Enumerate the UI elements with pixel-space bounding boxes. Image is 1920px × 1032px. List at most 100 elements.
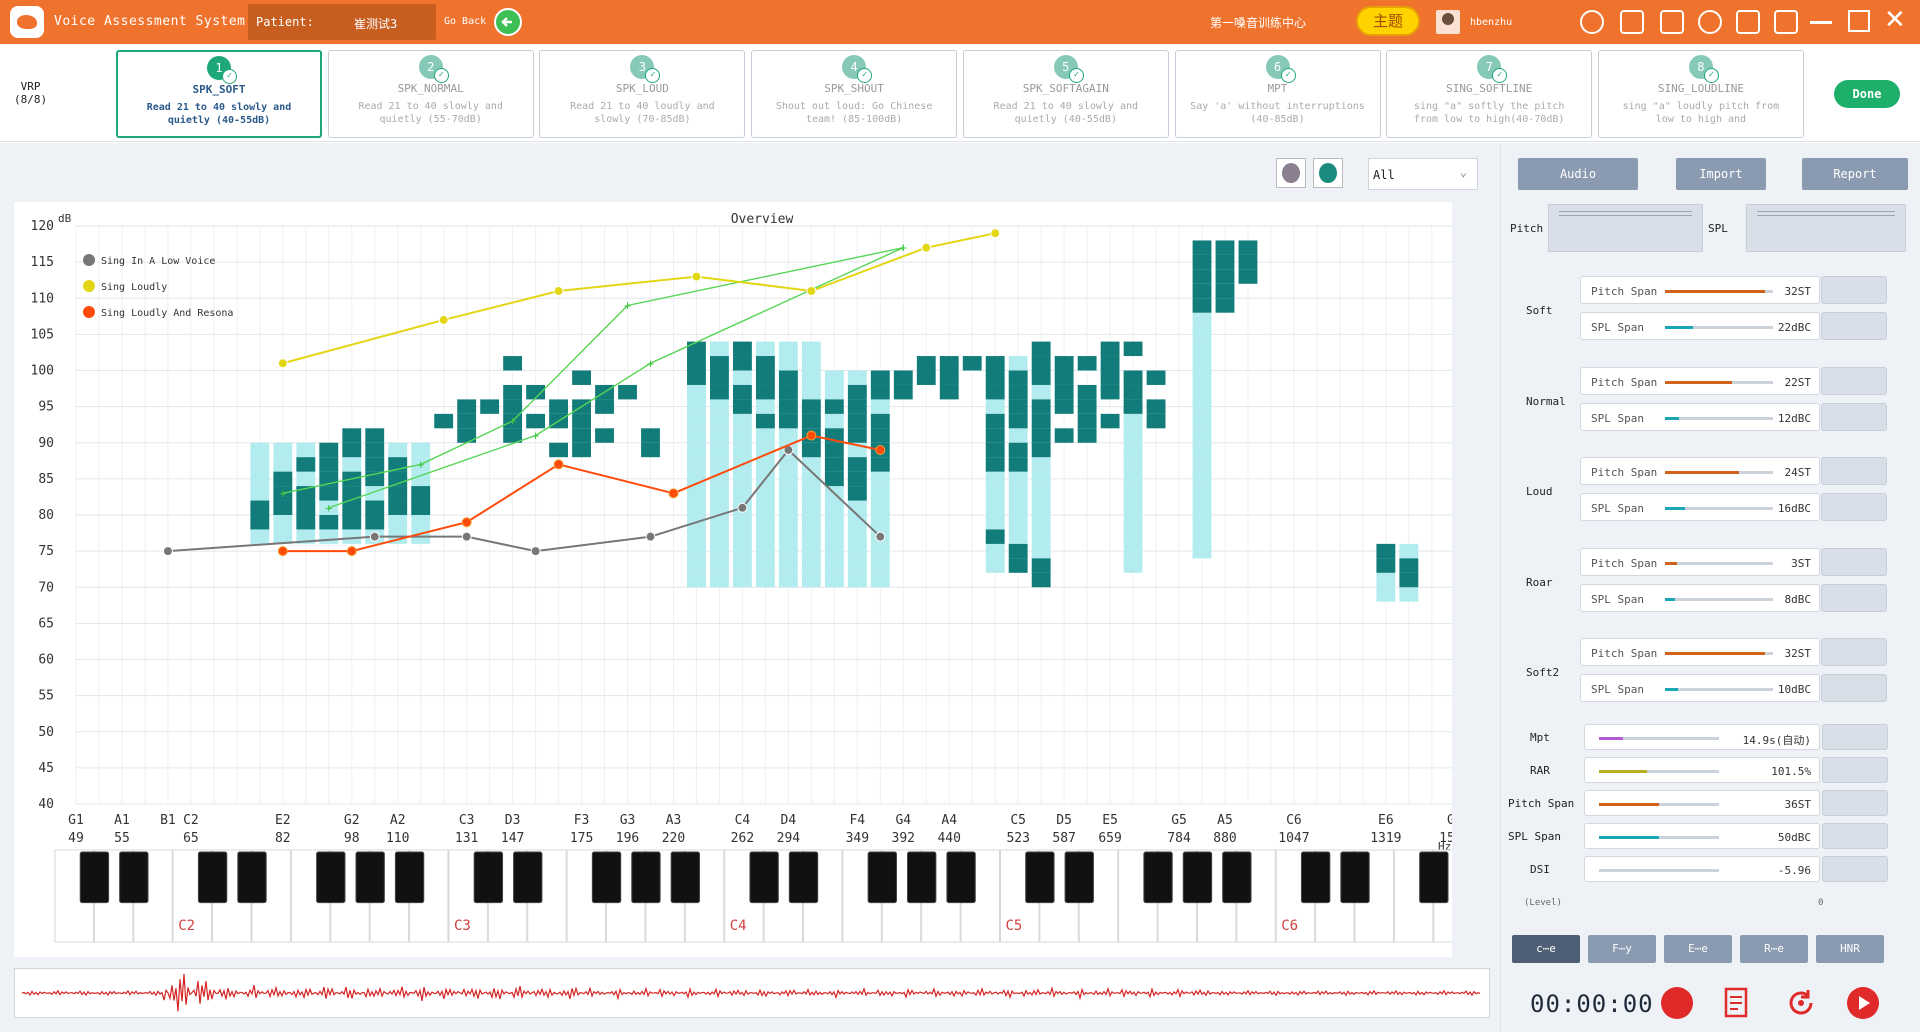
slides-icon[interactable] [1774, 10, 1798, 34]
report-icon[interactable] [1720, 986, 1754, 1020]
pitch-span-value: 32ST [1784, 647, 1812, 660]
x-tick-note: A4 [941, 813, 957, 828]
step-spk_normal[interactable]: 2SPK_NORMAL Read 21 to 40 slowly and quie… [327, 50, 534, 138]
vrp-cell-light [755, 543, 775, 559]
filter-select[interactable]: All ⌄ [1368, 158, 1478, 190]
vrp-cell-dark [1100, 384, 1120, 400]
minimize-button[interactable] [1810, 21, 1832, 24]
export-icon[interactable] [1736, 10, 1760, 34]
vrp-cell-dark [1215, 240, 1235, 255]
piano-black-key[interactable] [1222, 851, 1252, 904]
piano-black-key[interactable] [749, 851, 779, 904]
help-icon[interactable] [1698, 10, 1722, 34]
piano-black-key[interactable] [867, 851, 897, 904]
female-avatar-toggle[interactable] [1276, 158, 1306, 188]
piano-black-key[interactable] [1340, 851, 1370, 904]
piano-black-key[interactable] [631, 851, 661, 904]
y-tick-label: 120 [31, 219, 54, 234]
settings-icon[interactable] [1580, 10, 1604, 34]
spl-span-aux [1821, 583, 1887, 612]
user-avatar[interactable] [1436, 10, 1460, 34]
image-icon[interactable] [1620, 10, 1644, 34]
stat-value: 101.5% [1771, 765, 1811, 778]
x-tick-freq: 659 [1098, 831, 1121, 846]
vrp-cell-dark [549, 442, 569, 458]
maximize-button[interactable] [1848, 10, 1870, 32]
patient-selector[interactable]: Patient: 崔测试3 [248, 4, 436, 40]
vrp-cell-light [1192, 327, 1212, 342]
pitch-span-label: Pitch Span [1591, 375, 1658, 389]
piano-black-key[interactable] [670, 851, 701, 904]
vrp-cell-dark [503, 356, 523, 371]
step-spk_loud[interactable]: 3SPK_LOUD Read 21 to 40 loudly and slowly… [539, 50, 746, 138]
piano-black-key[interactable] [1300, 851, 1331, 904]
done-button[interactable]: Done [1834, 80, 1900, 108]
piano-black-key[interactable] [788, 851, 819, 904]
vrp-cell-light [1123, 515, 1143, 530]
step-spk_soft[interactable]: 1SPK_SOFT Read 21 to 40 slowly and quietl… [116, 50, 322, 138]
vrp-cell-light [801, 370, 821, 385]
piano-black-key[interactable] [1064, 851, 1094, 904]
step-sing_softline[interactable]: 7SING_SOFTLINEsing "a" softly the pitch … [1386, 50, 1593, 138]
report-button[interactable]: Report [1802, 158, 1908, 190]
vrp-cell-light [1192, 515, 1212, 530]
audio-button-label: Audio [1559, 167, 1597, 181]
piano-black-key[interactable] [197, 851, 228, 904]
analysis-tab-3[interactable]: E⋯e [1664, 935, 1732, 963]
spl-span-value: 10dBC [1777, 683, 1811, 696]
piano-black-key[interactable] [355, 851, 385, 904]
piano-black-key[interactable] [1143, 851, 1173, 904]
go-back-button[interactable] [494, 8, 522, 36]
vrp-cell-light [411, 442, 431, 458]
vrp-cell-light [710, 399, 729, 414]
vrp-cell-dark [870, 384, 890, 400]
piano-black-key[interactable] [394, 851, 425, 904]
play-icon[interactable] [1846, 986, 1880, 1020]
piano-black-key[interactable] [513, 851, 543, 904]
import-button[interactable]: Import [1676, 158, 1766, 190]
analysis-tab-1[interactable]: c⋯e [1512, 935, 1580, 963]
step-sing_loudline[interactable]: 8SING_LOUDLINEsing "a" loudly pitch from… [1597, 50, 1804, 138]
vrp-cell-dark [710, 356, 729, 371]
theme-button[interactable]: 主题 [1356, 6, 1420, 36]
patient-name: 崔测试3 [354, 17, 398, 31]
play-video-icon[interactable] [1660, 10, 1684, 34]
piano-black-key[interactable] [1025, 851, 1055, 904]
patient-label: Patient: [256, 15, 314, 29]
step-mpt[interactable]: 6MPT Say 'a' without interruptions (40-85… [1174, 50, 1381, 138]
pitch-span-value: 32ST [1784, 285, 1812, 298]
replay-icon[interactable] [1784, 986, 1818, 1020]
vrp-cell-dark [480, 399, 500, 414]
piano-black-key[interactable] [946, 851, 976, 904]
record-button[interactable] [1660, 986, 1694, 1020]
stat-value: 50dBC [1777, 831, 1811, 844]
piano-black-key[interactable] [316, 851, 346, 904]
analysis-tab-2[interactable]: F⋯y [1588, 935, 1656, 963]
step-title: SPK_SOFTAGAIN [1022, 82, 1109, 95]
spl-span-bar [1665, 688, 1773, 691]
close-button[interactable]: ✕ [1884, 7, 1906, 33]
piano-black-key[interactable] [237, 851, 267, 904]
vrp-cell-dark [365, 500, 385, 515]
step-spk_shout[interactable]: 4SPK_SHOUT Shout out loud: Go Chinese tea… [751, 50, 958, 138]
piano-black-key[interactable] [591, 851, 622, 904]
vrp-cell-dark [824, 457, 844, 472]
vrp-cell-light [870, 399, 890, 414]
vrp-cell-light [1008, 471, 1028, 487]
audio-button[interactable]: Audio [1518, 158, 1638, 190]
step-spk_softagain[interactable]: 5SPK_SOFTAGAIN Read 21 to 40 slowly and q… [962, 50, 1169, 138]
vrp-cell-dark [870, 413, 890, 429]
analysis-tab-4[interactable]: R⋯e [1740, 935, 1808, 963]
male-avatar-toggle[interactable] [1313, 158, 1343, 188]
piano-black-key[interactable] [1182, 851, 1213, 904]
vrp-cell-light [710, 341, 729, 357]
piano-black-key[interactable] [907, 851, 937, 904]
piano-black-key[interactable] [473, 851, 504, 904]
analysis-tab-5[interactable]: HNR [1816, 935, 1884, 963]
vrp-cell-light [1192, 500, 1212, 515]
vrp-cell-dark [870, 457, 890, 472]
piano-black-key[interactable] [119, 851, 149, 904]
piano-black-key[interactable] [1419, 851, 1449, 904]
vrp-cell-light [801, 558, 821, 573]
piano-black-key[interactable] [79, 851, 110, 904]
